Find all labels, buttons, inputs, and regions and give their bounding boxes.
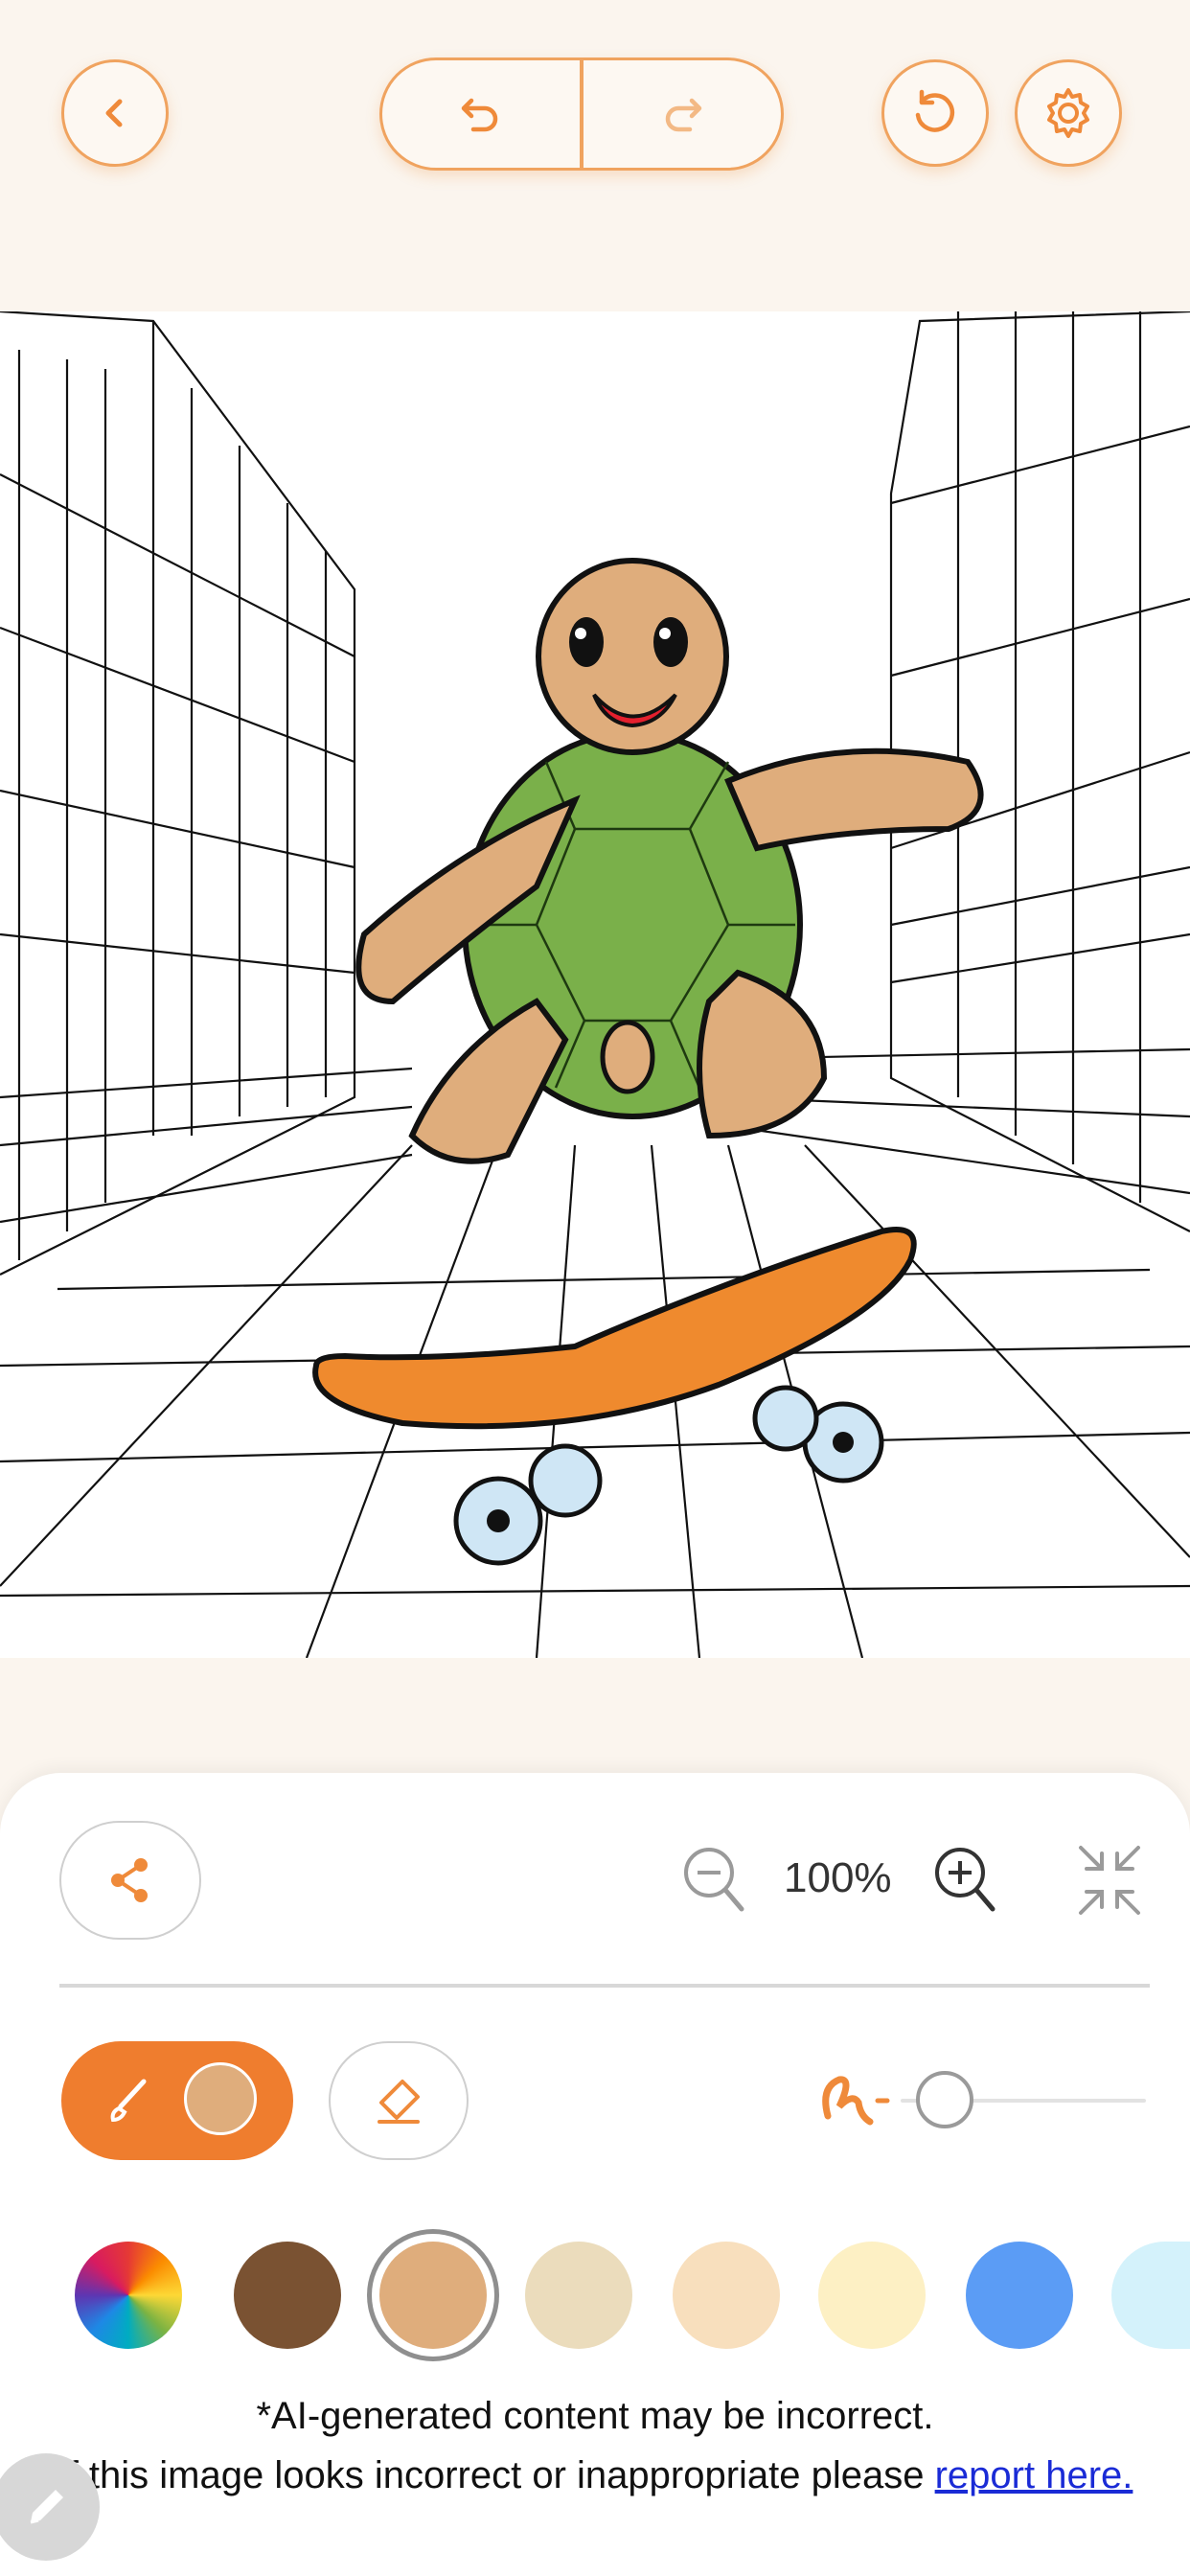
disclaimer-line-2: If this image looks incorrect or inappro… — [0, 2446, 1190, 2505]
reset-icon — [915, 89, 955, 132]
share-icon — [111, 1858, 148, 1902]
palette-color-peach[interactable] — [673, 2242, 780, 2349]
color-palette — [0, 2219, 1190, 2372]
zoom-in-button[interactable] — [931, 1842, 998, 1923]
settings-button[interactable] — [1015, 59, 1122, 167]
share-button[interactable] — [59, 1821, 201, 1940]
chevron-left-icon — [105, 99, 123, 127]
palette-color-tan[interactable] — [379, 2242, 487, 2349]
palette-color-cream[interactable] — [818, 2242, 926, 2349]
palette-color-brown[interactable] — [234, 2242, 341, 2349]
palette-color-beige[interactable] — [525, 2242, 632, 2349]
ai-disclaimer: *AI-generated content may be incorrect. … — [0, 2386, 1190, 2505]
current-color-swatch — [184, 2062, 257, 2135]
fit-screen-button[interactable] — [1075, 1842, 1144, 1923]
top-toolbar — [0, 0, 1190, 311]
disclaimer-line-1: *AI-generated content may be incorrect. — [256, 2395, 934, 2437]
brush-size-slider-thumb[interactable] — [916, 2071, 973, 2128]
coloring-canvas[interactable] — [0, 311, 1190, 1658]
palette-color-blue[interactable] — [966, 2242, 1073, 2349]
zoom-in-icon — [935, 1848, 995, 1912]
brush-stroke-icon — [814, 2058, 891, 2140]
tool-panel: 100% *AI-generated content may be incorr… — [0, 1773, 1190, 2576]
pencil-icon — [30, 2490, 63, 2524]
disclaimer-line-2-text: If this image looks incorrect or inappro… — [57, 2454, 935, 2496]
collapse-icon — [1079, 1846, 1140, 1915]
zoom-out-button[interactable] — [680, 1842, 747, 1923]
coloring-image[interactable] — [0, 311, 1190, 1658]
color-wheel-button[interactable] — [75, 2242, 182, 2349]
palette-color-light-blue[interactable] — [1111, 2242, 1190, 2349]
zoom-level: 100% — [784, 1854, 892, 1901]
back-button[interactable] — [61, 59, 169, 167]
brush-icon — [110, 2079, 147, 2123]
eraser-tool-button[interactable] — [329, 2041, 469, 2160]
zoom-out-icon — [684, 1848, 744, 1912]
redo-button[interactable] — [584, 60, 781, 168]
panel-divider — [59, 1984, 1150, 1988]
report-link[interactable]: report here. — [935, 2454, 1133, 2496]
reset-button[interactable] — [881, 59, 989, 167]
brush-tool-button[interactable] — [61, 2041, 293, 2160]
undo-redo-group — [379, 58, 784, 171]
gear-icon — [1047, 88, 1089, 138]
redo-icon — [665, 98, 702, 132]
undo-icon — [461, 98, 498, 132]
eraser-icon — [378, 2080, 420, 2124]
undo-button[interactable] — [382, 60, 580, 168]
